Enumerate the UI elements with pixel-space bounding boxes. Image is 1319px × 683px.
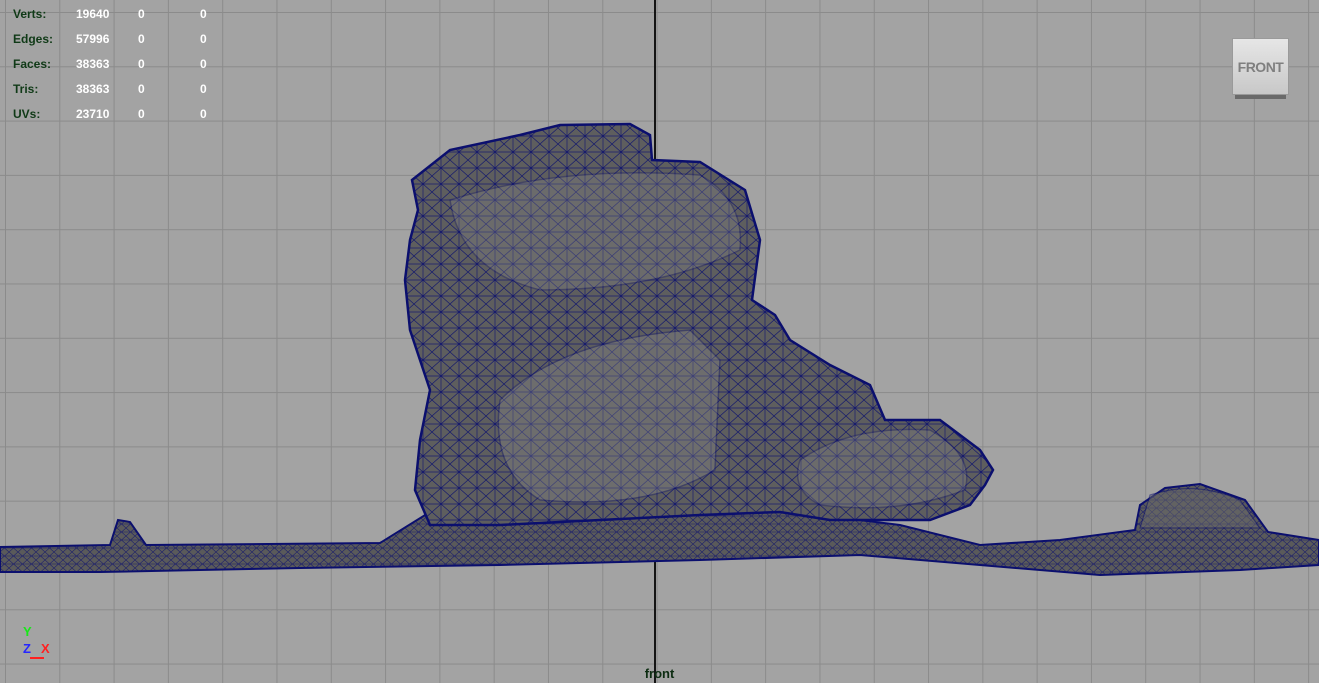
hud-value-selected: 0 (138, 82, 145, 96)
axis-x-line (30, 657, 44, 659)
hud-value-selected: 0 (138, 57, 145, 71)
hud-label: Edges: (13, 32, 54, 46)
camera-name-label: front (644, 666, 675, 681)
hud-value-component: 0 (200, 107, 207, 121)
axis-x-label: X (41, 641, 50, 656)
hud-value-selected: 0 (138, 107, 145, 121)
hud-label: Verts: (13, 7, 47, 21)
front-viewport[interactable]: Verts: 19640 0 0 Edges: 57996 0 0 Faces: 38363 0 0 T… (0, 0, 1319, 683)
hud-value-total: 19640 (76, 7, 110, 21)
hud-label: Faces: (13, 57, 52, 71)
hud-row: Edges: 57996 0 0 (13, 27, 262, 52)
hud-value-component: 0 (200, 82, 207, 96)
axis-gizmo: Y Z X (20, 624, 60, 664)
poly-count-hud: Verts: 19640 0 0 Edges: 57996 0 0 Faces: 38363 0 0 T… (13, 2, 262, 127)
hud-value-component: 0 (200, 57, 207, 71)
axis-z-label: Z (23, 641, 31, 656)
hud-value-total: 38363 (76, 82, 110, 96)
hud-value-component: 0 (200, 7, 207, 21)
hud-value-total: 57996 (76, 32, 110, 46)
hud-value-selected: 0 (138, 32, 145, 46)
axis-y-label: Y (23, 624, 32, 639)
hud-value-component: 0 (200, 32, 207, 46)
hud-value-selected: 0 (138, 7, 145, 21)
hud-label: UVs: (13, 107, 41, 121)
hud-row: UVs: 23710 0 0 (13, 102, 262, 127)
hud-value-total: 23710 (76, 107, 110, 121)
view-cube-front[interactable]: FRONT (1232, 38, 1289, 95)
hud-row: Tris: 38363 0 0 (13, 77, 262, 102)
hud-row: Faces: 38363 0 0 (13, 52, 262, 77)
hud-value-total: 38363 (76, 57, 110, 71)
hud-row: Verts: 19640 0 0 (13, 2, 262, 27)
hud-label: Tris: (13, 82, 39, 96)
